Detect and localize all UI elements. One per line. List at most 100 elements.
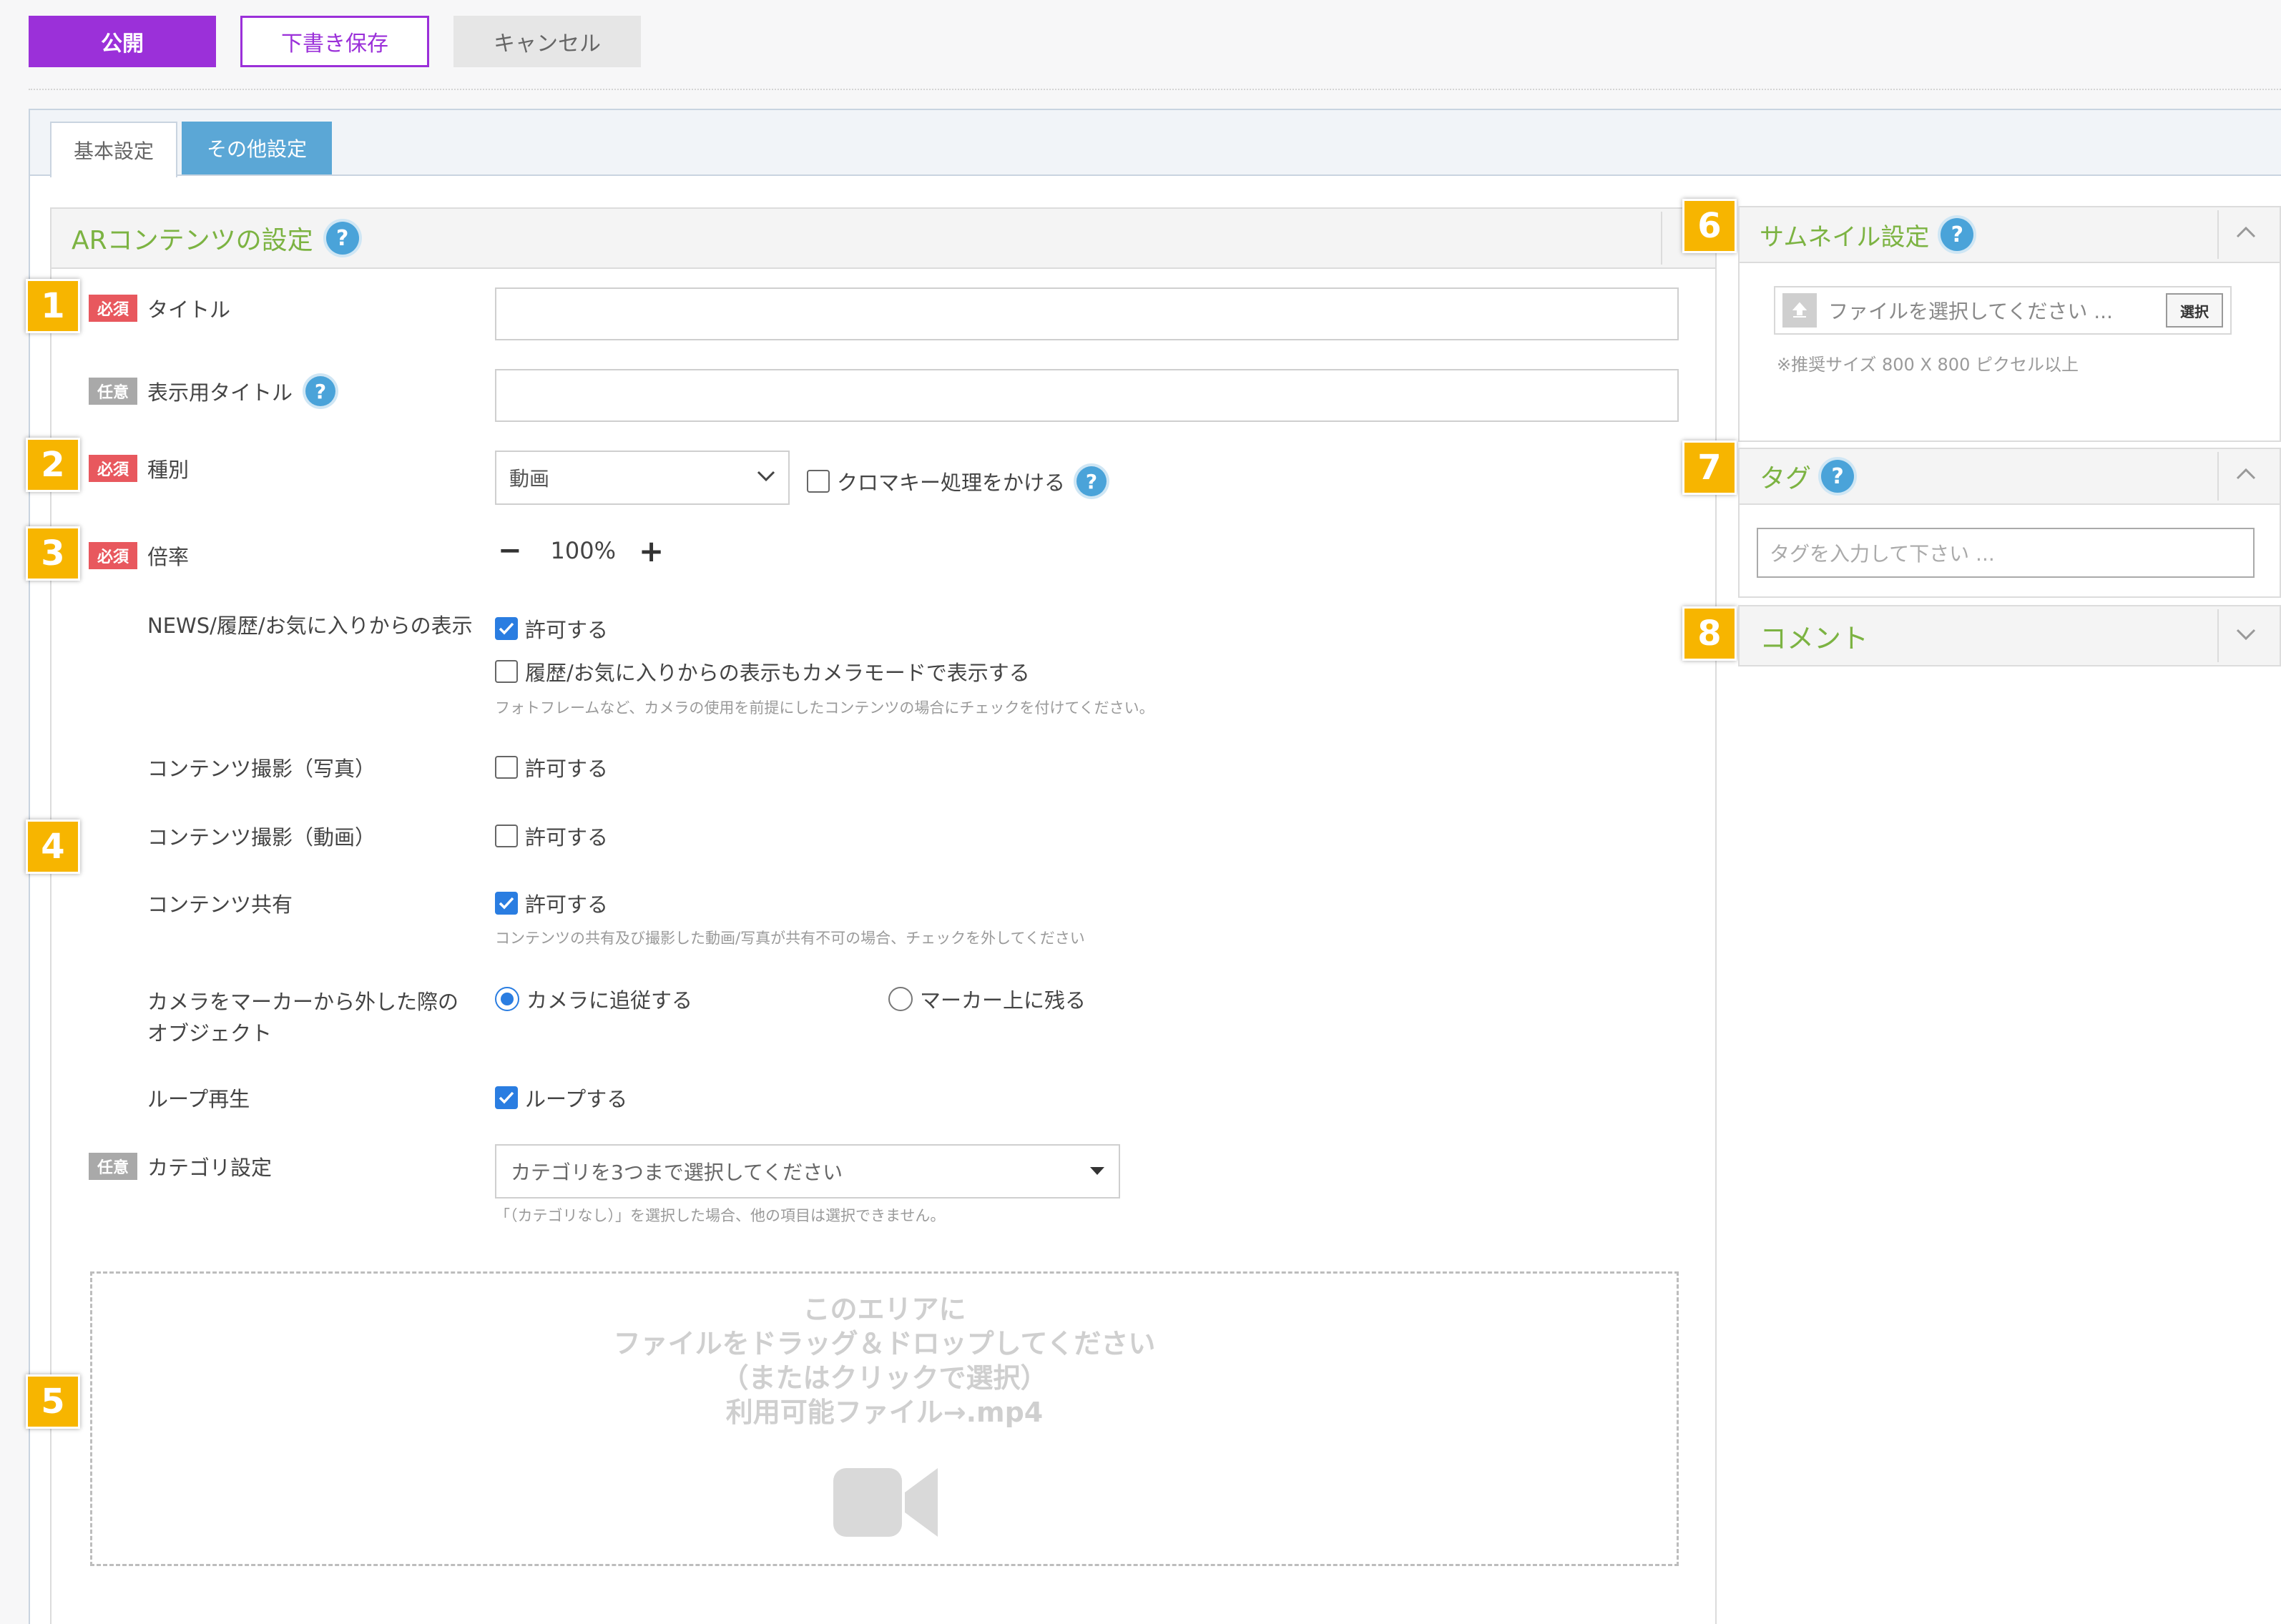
chevron-down-icon[interactable] (2236, 628, 2256, 644)
callout-marker-5: 5 (26, 1374, 80, 1429)
category-placeholder: カテゴリを3つまで選択してください (511, 1161, 843, 1184)
display-title-label: 表示用タイトル (147, 380, 293, 405)
callout-marker-6: 6 (1682, 199, 1737, 253)
panel-toggle-divider (2217, 609, 2219, 662)
news-camera-label: 履歴/お気に入りからの表示もカメラモードで表示する (525, 661, 1030, 685)
photo-allow-option[interactable]: 許可する (495, 752, 608, 782)
tab-other-settings[interactable]: その他設定 (182, 122, 332, 174)
chroma-checkbox[interactable] (807, 470, 830, 493)
comment-title: コメント (1760, 622, 1869, 654)
loop-checkbox[interactable] (495, 1086, 518, 1109)
thumbnail-title: サムネイル設定 (1760, 222, 1930, 252)
cancel-button[interactable]: キャンセル (453, 16, 641, 67)
camera-follow-option[interactable]: カメラに追従する (495, 984, 692, 1014)
help-icon[interactable]: ? (325, 222, 359, 255)
loop-option-label: ループする (525, 1087, 628, 1111)
scale-stepper: − 100% + (498, 533, 664, 569)
chevron-down-icon (757, 471, 775, 485)
video-allow-label: 許可する (525, 825, 609, 850)
help-icon[interactable]: ? (1941, 218, 1974, 251)
thumbnail-file-input[interactable]: ファイルを選択してください ... 選択 (1774, 286, 2232, 335)
news-allow-checkbox[interactable] (495, 617, 518, 640)
optional-badge: 任意 (89, 378, 137, 405)
chevron-up-icon[interactable] (2236, 468, 2256, 483)
camera-label-line1: カメラをマーカーから外した際の (147, 990, 459, 1014)
panel-header-divider (1661, 212, 1662, 265)
callout-marker-1: 1 (26, 279, 80, 333)
dropzone-line2: ファイルをドラッグ＆ドロップしてください (613, 1328, 1156, 1359)
plus-icon[interactable]: + (639, 533, 664, 569)
share-checkbox[interactable] (495, 892, 518, 915)
publish-button[interactable]: 公開 (29, 16, 216, 67)
share-label: コンテンツ共有 (147, 892, 293, 917)
category-field-label: 任意 カテゴリ設定 (89, 1151, 272, 1181)
type-field-label: 必須 種別 (89, 453, 189, 483)
callout-marker-4: 4 (26, 820, 80, 874)
tab-basic-settings[interactable]: 基本設定 (50, 122, 177, 177)
category-select[interactable]: カテゴリを3つまで選択してください (495, 1144, 1120, 1199)
camera-follow-radio[interactable] (495, 987, 519, 1011)
upload-icon (1782, 293, 1817, 328)
caret-down-icon (1090, 1165, 1104, 1178)
scale-field-label: 必須 倍率 (89, 541, 189, 571)
video-checkbox[interactable] (495, 825, 518, 847)
toolbar-divider (29, 89, 2281, 90)
loop-option[interactable]: ループする (495, 1083, 627, 1113)
file-dropzone[interactable]: このエリアに ファイルをドラッグ＆ドロップしてください （またはクリックで選択）… (90, 1271, 1679, 1566)
display-title-field-label: 任意 表示用タイトル ? (89, 376, 336, 406)
camera-stay-label: マーカー上に残る (920, 988, 1086, 1013)
callout-marker-2: 2 (26, 438, 80, 492)
title-input[interactable] (495, 287, 1679, 340)
main-panel-title: ARコンテンツの設定 (72, 226, 313, 255)
main-panel-header: ARコンテンツの設定 ? (50, 207, 1717, 269)
news-allow-label: 許可する (525, 618, 609, 642)
comment-panel-header[interactable]: コメント (1738, 605, 2281, 666)
scale-value: 100% (550, 537, 616, 564)
news-camera-checkbox[interactable] (495, 660, 518, 683)
tag-input[interactable]: タグを入力して下さい ... (1757, 528, 2255, 578)
save-draft-button[interactable]: 下書き保存 (240, 16, 429, 67)
share-allow-option[interactable]: 許可する (495, 888, 608, 918)
video-allow-option[interactable]: 許可する (495, 821, 608, 851)
share-note: コンテンツの共有及び撮影した動画/写真が共有不可の場合、チェックを外してください (495, 930, 1085, 947)
camera-label-line2: オブジェクト (147, 1021, 273, 1045)
display-title-input[interactable] (495, 369, 1679, 422)
thumbnail-note: ※推奨サイズ 800 X 800 ピクセル以上 (1777, 355, 2079, 375)
help-icon[interactable]: ? (305, 376, 336, 406)
thumbnail-select-button[interactable]: 選択 (2166, 293, 2223, 328)
required-badge: 必須 (89, 542, 137, 569)
tab-bar (30, 110, 2281, 176)
dropzone-line3: （またはクリックで選択） (721, 1362, 1048, 1394)
help-icon[interactable]: ? (1821, 460, 1855, 493)
news-allow-option[interactable]: 許可する (495, 614, 608, 644)
tag-panel-header: タグ ? (1738, 448, 2281, 505)
required-badge: 必須 (89, 455, 137, 482)
category-note: 「（カテゴリなし）」を選択した場合、他の項目は選択できません。 (495, 1207, 946, 1224)
callout-marker-8: 8 (1682, 606, 1737, 661)
news-note: フォトフレームなど、カメラの使用を前提にしたコンテンツの場合にチェックを付けてく… (495, 699, 1154, 717)
scale-label: 倍率 (147, 545, 190, 569)
thumbnail-panel-header: サムネイル設定 ? (1738, 206, 2281, 263)
callout-marker-3: 3 (26, 526, 80, 581)
thumbnail-file-placeholder: ファイルを選択してください ... (1828, 300, 2113, 323)
type-select[interactable]: 動画 (495, 451, 790, 505)
help-icon[interactable]: ? (1076, 466, 1107, 496)
tag-input-placeholder: タグを入力して下さい ... (1770, 542, 1995, 566)
chroma-label: クロマキー処理をかける (837, 471, 1066, 495)
camera-stay-option[interactable]: マーカー上に残る (888, 984, 1086, 1014)
dropzone-line4: 利用可能ファイル→.mp4 (725, 1397, 1044, 1428)
share-allow-label: 許可する (525, 892, 609, 917)
photo-checkbox[interactable] (495, 756, 518, 779)
type-label: 種別 (147, 458, 190, 482)
video-camera-icon (833, 1465, 938, 1540)
chroma-option[interactable]: クロマキー処理をかける ? (807, 466, 1107, 496)
photo-allow-label: 許可する (525, 757, 609, 781)
required-badge: 必須 (89, 295, 137, 322)
dropzone-line1: このエリアに (803, 1294, 966, 1325)
minus-icon[interactable]: − (498, 534, 522, 567)
panel-toggle-divider (2217, 452, 2219, 501)
news-camera-option[interactable]: 履歴/お気に入りからの表示もカメラモードで表示する (495, 656, 1030, 686)
camera-stay-radio[interactable] (888, 987, 913, 1011)
photo-label: コンテンツ撮影（写真） (147, 757, 376, 781)
chevron-up-icon[interactable] (2236, 226, 2256, 242)
